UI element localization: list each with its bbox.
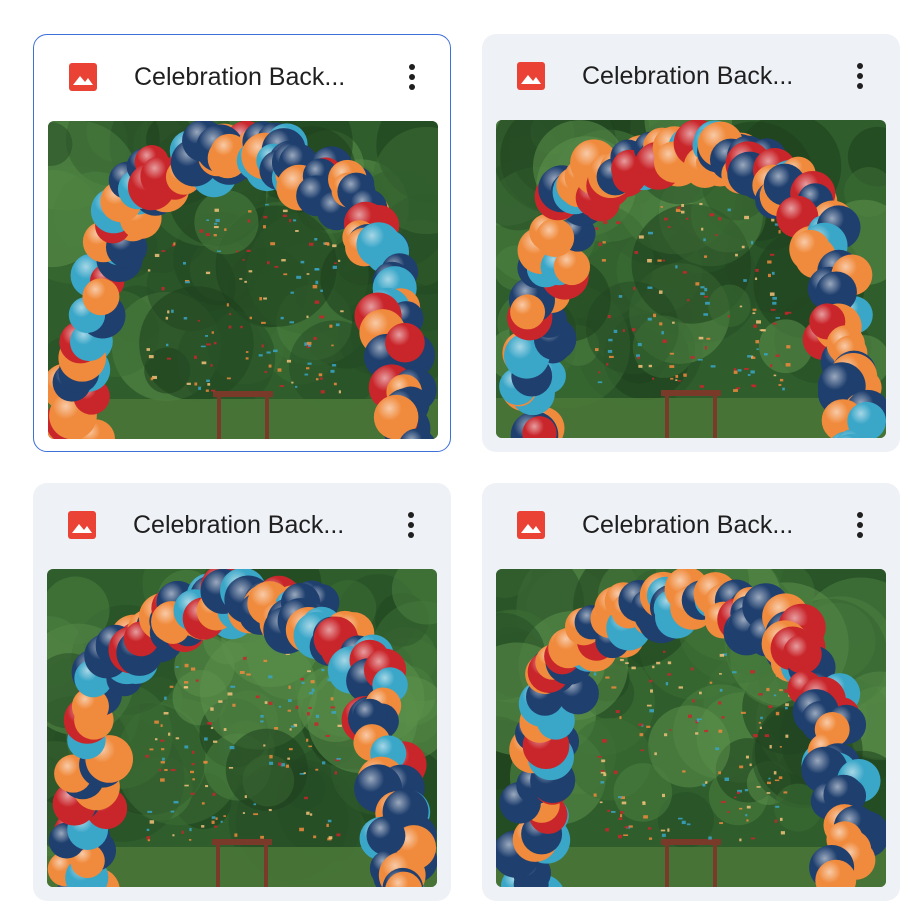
- more-options-icon[interactable]: [394, 57, 430, 97]
- thumbnail-image: [48, 121, 438, 439]
- file-card-header: Celebration Back...: [482, 483, 900, 567]
- file-name: Celebration Back...: [133, 511, 345, 539]
- file-card-header: Celebration Back...: [34, 35, 450, 119]
- thumbnail-image: [496, 120, 886, 438]
- file-name: Celebration Back...: [582, 511, 794, 539]
- file-card-header: Celebration Back...: [33, 483, 451, 567]
- file-card[interactable]: Celebration Back...: [482, 483, 900, 901]
- thumbnail-image: [47, 569, 437, 887]
- file-card[interactable]: Celebration Back...: [33, 483, 451, 901]
- more-options-icon[interactable]: [842, 56, 878, 96]
- more-options-icon[interactable]: [393, 505, 429, 545]
- file-card-header: Celebration Back...: [482, 34, 900, 118]
- file-card[interactable]: Celebration Back...: [33, 34, 451, 452]
- file-thumbnail[interactable]: [496, 569, 886, 887]
- file-name: Celebration Back...: [582, 62, 794, 90]
- image-icon: [68, 62, 98, 92]
- file-name: Celebration Back...: [134, 63, 346, 91]
- image-icon: [516, 61, 546, 91]
- more-options-icon[interactable]: [842, 505, 878, 545]
- file-thumbnail[interactable]: [47, 569, 437, 887]
- thumbnail-image: [496, 569, 886, 887]
- image-icon: [516, 510, 546, 540]
- file-thumbnail[interactable]: [48, 121, 438, 439]
- image-icon: [67, 510, 97, 540]
- file-card[interactable]: Celebration Back...: [482, 34, 900, 452]
- file-thumbnail[interactable]: [496, 120, 886, 438]
